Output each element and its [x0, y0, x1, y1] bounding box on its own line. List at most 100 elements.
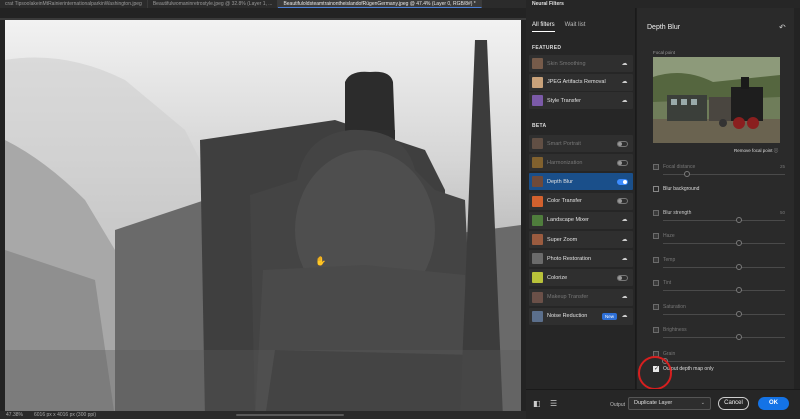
brightness-checkbox[interactable]: [653, 327, 659, 333]
temp-knob[interactable]: [735, 263, 742, 270]
focal-distance-knob[interactable]: [684, 171, 691, 177]
filter-item-super-zoom[interactable]: Super Zoom ☁: [529, 231, 633, 248]
filter-toggle[interactable]: [617, 178, 628, 185]
focal-point-preview[interactable]: [653, 57, 780, 143]
filter-thumbnail: [532, 195, 543, 207]
saturation-knob[interactable]: [735, 310, 742, 317]
filter-item-depth-blur[interactable]: Depth Blur: [529, 173, 633, 191]
filters-list-panel: All filters Wait list FEATURED Skin Smoot…: [526, 8, 636, 389]
filter-title: Depth Blur: [647, 24, 681, 31]
output-value: Duplicate Layer: [634, 400, 673, 406]
tint-knob[interactable]: [735, 287, 742, 293]
filter-thumbnail: [532, 272, 543, 284]
cancel-button[interactable]: Cancel: [718, 397, 749, 410]
filter-label: Depth Blur: [547, 178, 573, 185]
featured-section-title: FEATURED: [532, 45, 562, 51]
grain-label: Grain: [663, 350, 676, 357]
filter-item-photo-restoration[interactable]: Photo Restoration ☁: [529, 250, 633, 268]
zoom-level[interactable]: 47.38%: [6, 411, 23, 419]
filter-toggle[interactable]: [617, 140, 628, 147]
output-select[interactable]: Duplicate Layer ⌄: [628, 397, 711, 410]
temp-checkbox[interactable]: [653, 256, 659, 263]
filter-label: Colorize: [547, 274, 568, 281]
cloud-download-icon[interactable]: ☁: [621, 237, 628, 243]
chevron-down-icon: ⌄: [700, 400, 705, 406]
blur-strength-checkbox[interactable]: [653, 210, 659, 216]
cloud-download-icon[interactable]: ☁: [621, 294, 628, 300]
haze-checkbox[interactable]: [653, 233, 659, 239]
tab-all-filters[interactable]: All filters: [532, 22, 555, 32]
neural-filters-footer: ◧ ☰ Output Duplicate Layer ⌄ Cancel OK: [526, 389, 800, 419]
ok-button[interactable]: OK: [758, 397, 789, 410]
focal-distance-track[interactable]: [663, 174, 785, 175]
saturation-label: Saturation: [663, 303, 686, 310]
depth-map-canvas[interactable]: ✋: [5, 20, 521, 418]
document-tab[interactable]: Beautifulwomaninretrostyle.jpeg @ 32.8% …: [148, 0, 279, 8]
filter-thumbnail: [532, 95, 543, 106]
filter-item-skin-smoothing[interactable]: Skin Smoothing ☁: [529, 55, 633, 72]
filter-item-smart-portrait[interactable]: Smart Portrait: [529, 135, 633, 152]
document-size: 6016 px x 4016 px (300 ppi): [34, 412, 96, 418]
haze-knob[interactable]: [735, 240, 742, 246]
saturation-track[interactable]: [663, 313, 785, 315]
blur-strength-track[interactable]: [663, 220, 785, 221]
filter-item-colorize[interactable]: Colorize: [529, 269, 633, 287]
filter-label: Harmonization: [547, 159, 583, 166]
preview-toggle-icon[interactable]: ◧: [533, 399, 541, 408]
filter-item-makeup-transfer[interactable]: Makeup Transfer ☁: [529, 288, 633, 306]
blur-background-option[interactable]: Blur background: [653, 186, 699, 192]
tint-track[interactable]: [663, 290, 785, 291]
remove-focal-label: Remove focal point: [734, 148, 773, 153]
cloud-download-icon[interactable]: ☁: [621, 61, 628, 67]
cloud-download-icon[interactable]: ☁: [621, 256, 628, 262]
filter-label: Super Zoom: [547, 236, 578, 243]
tab-wait-list[interactable]: Wait list: [565, 22, 586, 32]
filter-toggle[interactable]: [617, 159, 628, 166]
filter-thumbnail: [532, 291, 543, 303]
filter-thumbnail: [532, 253, 543, 265]
document-tab[interactable]: crat TipsoolakeinMtRainierinternationalp…: [0, 0, 148, 8]
filter-item-color-transfer[interactable]: Color Transfer: [529, 192, 633, 210]
filter-item-style-transfer[interactable]: Style Transfer ☁: [529, 92, 633, 109]
grain-track[interactable]: [663, 360, 785, 362]
filter-item-noise-reduction[interactable]: Noise Reduction New ☁: [529, 307, 633, 325]
tint-checkbox[interactable]: [653, 280, 659, 286]
reset-icon[interactable]: ↶: [779, 23, 786, 32]
panel-title: Neural Filters: [532, 1, 564, 7]
haze-label: Haze: [663, 233, 675, 239]
filter-toggle[interactable]: [617, 198, 628, 205]
document-tab-label: BeautifuloldsteamtrainontheislandofRügen…: [283, 1, 476, 7]
document-tab[interactable]: BeautifuloldsteamtrainontheislandofRügen…: [278, 0, 482, 8]
remove-focal-point-button[interactable]: Remove focal point ⓘ: [734, 148, 778, 154]
horizontal-scrollbar[interactable]: [236, 414, 344, 416]
brightness-track[interactable]: [663, 337, 785, 338]
blur-background-checkbox[interactable]: [653, 186, 659, 192]
saturation-checkbox[interactable]: [653, 303, 659, 310]
document-tab-label: Beautifulwomaninretrostyle.jpeg @ 32.8% …: [152, 1, 273, 7]
filter-label: JPEG Artifacts Removal: [547, 79, 606, 85]
haze-track[interactable]: [663, 243, 785, 244]
svg-text:✋: ✋: [315, 255, 326, 267]
cloud-download-icon[interactable]: ☁: [621, 79, 628, 85]
cloud-download-icon[interactable]: ☁: [621, 98, 628, 104]
filter-thumbnail: [532, 138, 543, 149]
brightness-knob[interactable]: [735, 334, 742, 340]
tint-label: Tint: [663, 280, 672, 286]
settings-scrollbar[interactable]: [794, 8, 800, 389]
filter-toggle[interactable]: [617, 274, 628, 281]
document-canvas-area[interactable]: ✋: [0, 8, 526, 418]
filter-item-harmonization[interactable]: Harmonization: [529, 154, 633, 172]
temp-track[interactable]: [663, 266, 785, 268]
filter-item-jpeg-artifacts-removal[interactable]: JPEG Artifacts Removal ☁: [529, 73, 633, 91]
filter-settings-panel: Depth Blur ↶ Focal point Remove focal po…: [637, 8, 794, 389]
filter-label: Style Transfer: [547, 97, 581, 104]
blur-strength-knob[interactable]: [735, 217, 742, 223]
cloud-download-icon[interactable]: ☁: [621, 313, 628, 319]
filter-thumbnail: [532, 157, 543, 169]
filter-thumbnail: [532, 214, 543, 226]
filter-label: Landscape Mixer: [547, 217, 589, 224]
layers-icon[interactable]: ☰: [550, 399, 557, 408]
focal-distance-checkbox[interactable]: [653, 164, 659, 170]
filter-item-landscape-mixer[interactable]: Landscape Mixer ☁: [529, 211, 633, 229]
cloud-download-icon[interactable]: ☁: [621, 217, 628, 223]
